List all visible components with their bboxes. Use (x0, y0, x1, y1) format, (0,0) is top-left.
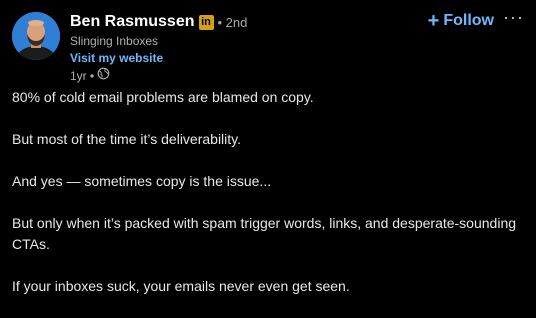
name-row: Ben Rasmussen in • 2nd (70, 12, 410, 32)
visit-website-link[interactable]: Visit my website (70, 50, 410, 66)
linkedin-premium-icon: in (198, 14, 214, 30)
globe-icon (97, 67, 110, 84)
author-block: Ben Rasmussen in • 2nd Slinging Inboxes … (70, 12, 410, 84)
avatar-photo (12, 12, 60, 60)
post-paragraph: But only when it’s packed with spam trig… (12, 215, 517, 252)
post-paragraph: 80% of cold email problems are blamed on… (12, 89, 314, 105)
more-options-icon[interactable]: ··· (503, 8, 524, 34)
post-paragraph: And yes — sometimes copy is the issue... (12, 173, 272, 189)
plus-icon: + (427, 10, 440, 32)
avatar[interactable] (12, 12, 60, 60)
connection-degree: • 2nd (217, 14, 248, 30)
follow-label: Follow (443, 12, 494, 29)
follow-button[interactable]: + Follow (428, 8, 494, 34)
post-meta: 1yr • (70, 67, 410, 84)
author-headline: Slinging Inboxes (70, 34, 159, 48)
post-paragraph: But most of the time it’s deliverability… (12, 131, 242, 147)
post-header: Ben Rasmussen in • 2nd Slinging Inboxes … (12, 8, 524, 84)
post-time: 1yr • (70, 68, 95, 83)
post-body: 80% of cold email problems are blamed on… (12, 87, 524, 318)
author-name[interactable]: Ben Rasmussen (70, 13, 195, 31)
